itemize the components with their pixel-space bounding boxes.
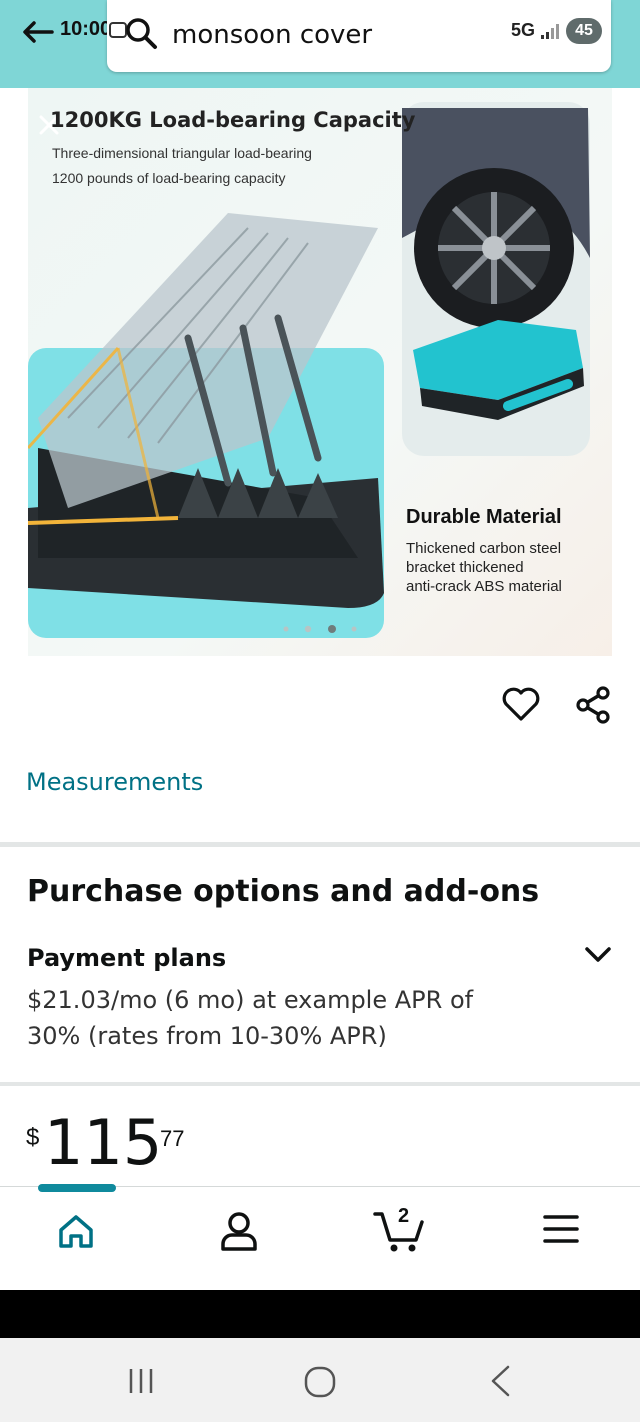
search-input[interactable]: monsoon cover bbox=[172, 20, 372, 50]
image-subtitle-2: 1200 pounds of load-bearing capacity bbox=[52, 170, 286, 186]
carousel-dot bbox=[304, 625, 312, 633]
price-currency: $ bbox=[26, 1124, 40, 1151]
carousel-dots[interactable] bbox=[280, 622, 360, 636]
carousel-dot bbox=[351, 626, 357, 632]
account-icon[interactable] bbox=[216, 1208, 262, 1254]
android-back-icon[interactable] bbox=[486, 1364, 516, 1398]
image-feature-desc-2: bracket thickened bbox=[406, 559, 524, 576]
section-divider bbox=[0, 842, 640, 847]
recents-icon[interactable] bbox=[126, 1366, 156, 1396]
carousel-dot bbox=[283, 626, 289, 632]
search-icon[interactable] bbox=[124, 16, 158, 50]
price-whole: 115 bbox=[44, 1106, 163, 1179]
section-divider bbox=[0, 1082, 640, 1086]
network-indicator: 5G bbox=[511, 20, 536, 40]
chevron-down-icon[interactable] bbox=[582, 940, 614, 968]
back-arrow-icon[interactable] bbox=[20, 14, 56, 50]
carousel-dot bbox=[328, 625, 336, 633]
battery-badge: 45 bbox=[566, 18, 602, 44]
active-tab-indicator bbox=[38, 1184, 116, 1192]
home-icon[interactable] bbox=[55, 1210, 97, 1252]
heart-icon[interactable] bbox=[500, 684, 542, 724]
android-home-icon[interactable] bbox=[302, 1364, 338, 1400]
image-headline: 1200KG Load-bearing Capacity bbox=[50, 108, 416, 132]
purchase-options-title: Purchase options and add-ons bbox=[27, 874, 540, 909]
payment-plan-detail-2: 30% (rates from 10-30% APR) bbox=[27, 1022, 387, 1050]
image-feature-desc-3: anti-crack ABS material bbox=[406, 578, 562, 595]
image-subtitle-1: Three-dimensional triangular load-bearin… bbox=[52, 145, 312, 161]
payment-plan-detail-1: $21.03/mo (6 mo) at example APR of bbox=[27, 986, 474, 1014]
signal-icon bbox=[541, 24, 559, 39]
status-time: 10:00 bbox=[60, 18, 112, 40]
payment-plans-title[interactable]: Payment plans bbox=[27, 944, 226, 972]
share-icon[interactable] bbox=[572, 684, 614, 726]
menu-icon[interactable] bbox=[542, 1212, 580, 1246]
image-feature-title: Durable Material bbox=[406, 506, 562, 528]
image-feature-desc-1: Thickened carbon steel bbox=[406, 540, 562, 557]
measurements-link[interactable]: Measurements bbox=[26, 768, 203, 796]
system-bar bbox=[0, 1290, 640, 1338]
cart-count-badge: 2 bbox=[398, 1205, 410, 1227]
price-fraction: 77 bbox=[160, 1126, 185, 1151]
